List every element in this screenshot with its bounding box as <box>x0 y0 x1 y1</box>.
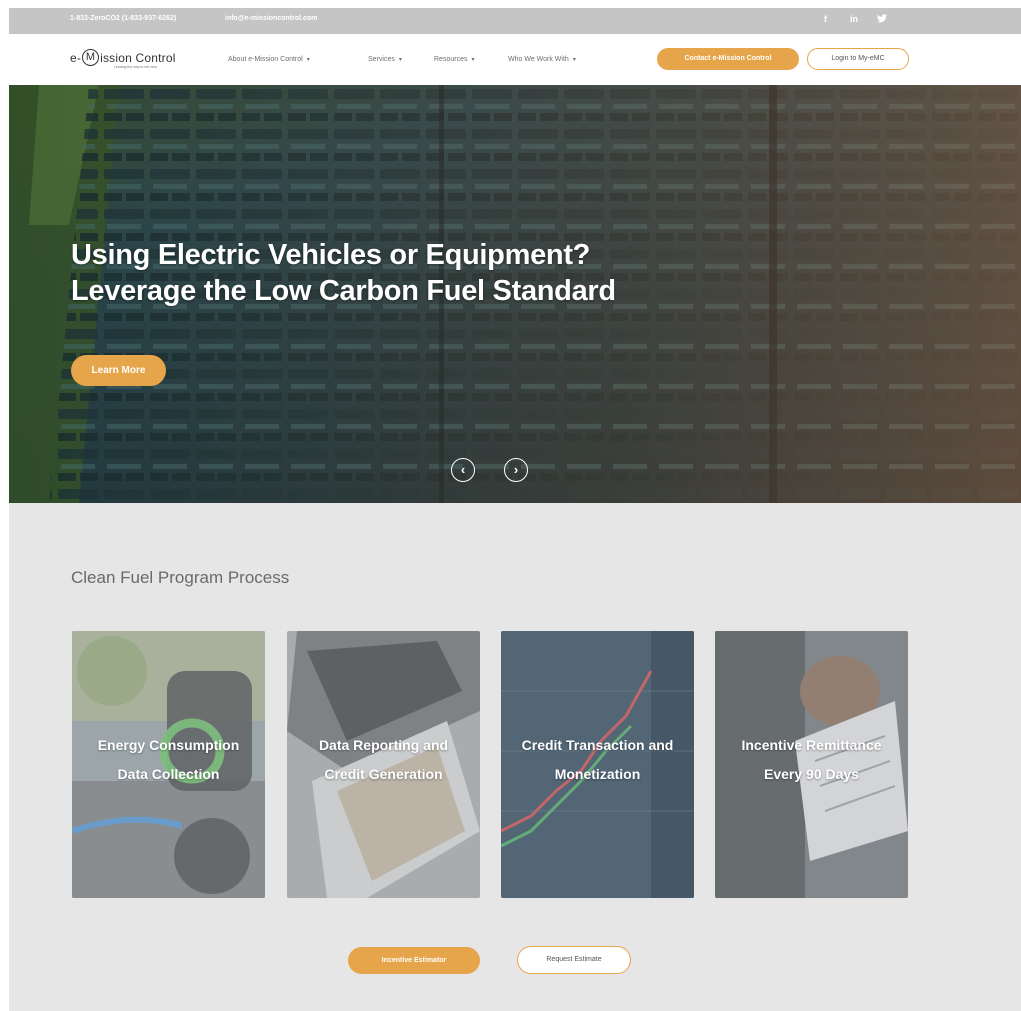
carousel-prev-icon[interactable]: ‹ <box>451 458 475 482</box>
site-logo[interactable]: e- Mission Control Leading the way to net… <box>70 49 176 73</box>
top-contact-bar: 1-833-ZeroCO2 (1-833-937-6262) info@e-mi… <box>9 8 1021 34</box>
hero-title: Using Electric Vehicles or Equipment? Le… <box>71 237 711 309</box>
contact-button[interactable]: Contact e-Mission Control <box>657 48 799 70</box>
chevron-down-icon: ▾ <box>471 57 475 63</box>
card-label-line-1: Incentive Remittance <box>741 737 882 753</box>
logo-suffix: ission Control <box>100 51 176 65</box>
card-label: Incentive Remittance Every 90 Days <box>715 731 908 789</box>
phone-link[interactable]: 1-833-ZeroCO2 (1-833-937-6262) <box>70 15 176 22</box>
site-header: e- Mission Control Leading the way to net… <box>9 34 1021 85</box>
card-label-line-2: Every 90 Days <box>764 766 859 782</box>
nav-resources[interactable]: Resources ▾ <box>434 56 474 63</box>
card-label-line-1: Energy Consumption <box>97 737 240 753</box>
card-label-line-1: Data Reporting and <box>318 737 449 753</box>
login-button[interactable]: Login to My-eMC <box>807 48 909 70</box>
card-label-line-1: Credit Transaction and <box>521 737 674 753</box>
page-frame: 1-833-ZeroCO2 (1-833-937-6262) info@e-mi… <box>9 8 1021 1011</box>
logo-prefix: e- <box>70 51 82 65</box>
chevron-down-icon: ▾ <box>306 57 310 63</box>
process-section-title: Clean Fuel Program Process <box>71 568 290 587</box>
hero-title-line-1: Using Electric Vehicles or Equipment? <box>71 239 591 271</box>
card-label-line-2: Monetization <box>554 766 641 782</box>
chevron-down-icon: ▾ <box>572 57 576 63</box>
facebook-icon[interactable]: f <box>824 14 827 24</box>
nav-label: About e-Mission Control <box>228 56 303 63</box>
carousel-next-icon[interactable]: › <box>504 458 528 482</box>
incentive-estimator-button[interactable]: Incentive Estimator <box>348 947 480 974</box>
process-card-energy[interactable]: Energy Consumption Data Collection <box>72 631 265 898</box>
learn-more-button[interactable]: Learn More <box>71 355 166 386</box>
twitter-icon[interactable] <box>877 14 887 25</box>
nav-services[interactable]: Services ▾ <box>368 56 402 63</box>
nav-label: Who We Work With <box>508 56 569 63</box>
card-label: Data Reporting and Credit Generation <box>287 731 480 789</box>
hero-title-line-2: Leverage the Low Carbon Fuel Standard <box>71 275 616 307</box>
nav-who-we-work-with[interactable]: Who We Work With ▾ <box>508 56 576 63</box>
card-label-line-2: Credit Generation <box>324 766 443 782</box>
nav-label: Services <box>368 56 395 63</box>
email-link[interactable]: info@e-missioncontrol.com <box>225 15 317 22</box>
process-card-credit-transaction[interactable]: Credit Transaction and Monetization <box>501 631 694 898</box>
logo-ring-letter: M <box>82 49 100 67</box>
card-label: Credit Transaction and Monetization <box>501 731 694 789</box>
logo-tagline: Leading the way to net zero <box>114 65 158 69</box>
process-card-incentive-remittance[interactable]: Incentive Remittance Every 90 Days <box>715 631 908 898</box>
nav-label: Resources <box>434 56 468 63</box>
request-estimate-button[interactable]: Request Estimate <box>517 946 631 974</box>
process-card-data-reporting[interactable]: Data Reporting and Credit Generation <box>287 631 480 898</box>
card-label: Energy Consumption Data Collection <box>72 731 265 789</box>
linkedin-icon[interactable]: in <box>850 14 858 24</box>
card-label-line-2: Data Collection <box>117 766 220 782</box>
nav-about[interactable]: About e-Mission Control ▾ <box>228 56 310 63</box>
hero-banner: Using Electric Vehicles or Equipment? Le… <box>9 85 1021 503</box>
chevron-down-icon: ▾ <box>398 57 402 63</box>
